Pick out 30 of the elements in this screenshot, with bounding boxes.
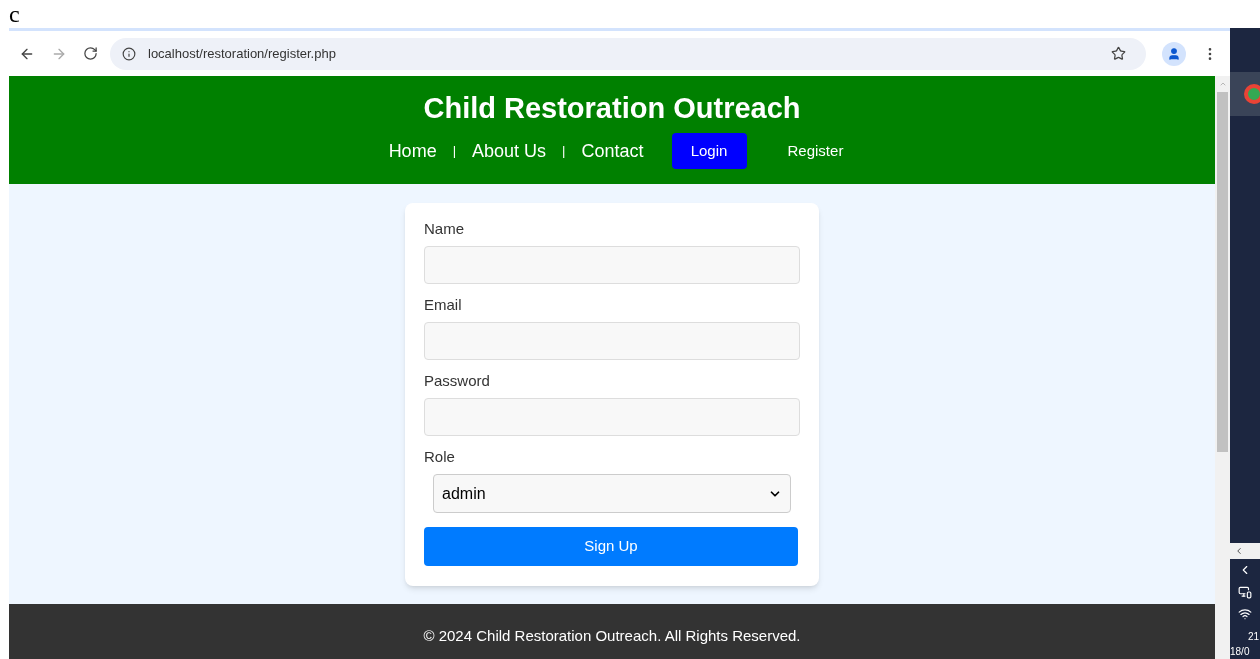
address-bar[interactable]: localhost/restoration/register.php xyxy=(110,37,1146,70)
browser-logo-icon[interactable] xyxy=(1244,84,1260,104)
clock-time: 21 xyxy=(1247,630,1260,644)
field-label: Email xyxy=(424,294,463,315)
display-icon[interactable] xyxy=(1238,585,1252,599)
footer-text: © 2024 Child Restoration Outreach. All Rights Reserved. xyxy=(423,626,801,647)
profile-icon[interactable] xyxy=(1162,41,1186,66)
scrollbar-thumb[interactable] xyxy=(1217,92,1228,452)
field-label: Name xyxy=(424,218,465,239)
input-field[interactable] xyxy=(424,398,800,436)
field-label: Password xyxy=(424,370,491,391)
nav-link[interactable]: Contact xyxy=(573,137,652,165)
site-title: Child Restoration Outreach xyxy=(423,91,801,125)
nav-separator: | xyxy=(451,142,458,161)
sign-up-button[interactable]: Sign Up xyxy=(424,527,798,566)
nav-link[interactable]: About Us xyxy=(464,137,555,165)
bookmark-icon[interactable] xyxy=(1111,46,1126,61)
input-field[interactable] xyxy=(424,322,800,360)
field-label: Role xyxy=(424,446,456,467)
nav-link[interactable]: Home xyxy=(380,137,445,165)
nav-link[interactable]: Register xyxy=(787,139,844,163)
role-select[interactable]: admin xyxy=(433,474,791,513)
clock-date: 18/0 xyxy=(1230,645,1250,659)
page-note: c xyxy=(9,0,20,28)
login-button[interactable]: Login xyxy=(671,133,747,169)
wifi-icon[interactable] xyxy=(1238,607,1252,621)
nav-separator: | xyxy=(561,142,567,161)
input-field[interactable] xyxy=(424,246,800,284)
reload-icon[interactable] xyxy=(83,46,98,61)
info-icon xyxy=(122,46,136,61)
